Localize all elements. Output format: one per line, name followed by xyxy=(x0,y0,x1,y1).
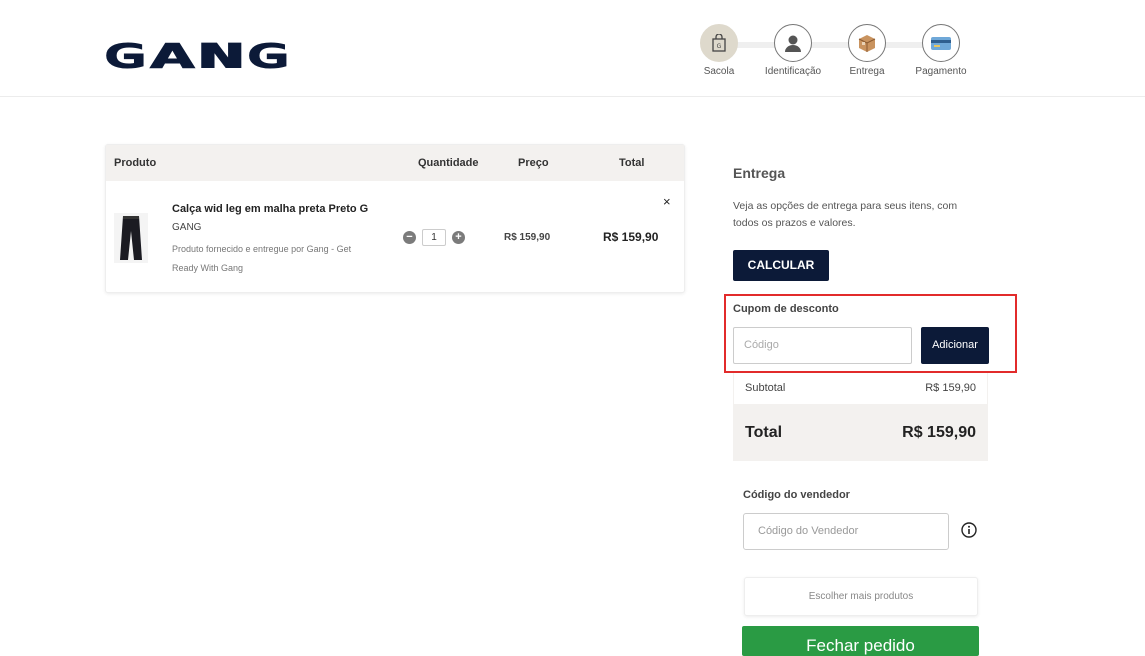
bag-icon: G xyxy=(700,24,738,62)
checkout-steps: G Sacola Identificação Entrega Pagamento xyxy=(690,24,980,84)
step-entrega[interactable]: Entrega xyxy=(832,24,902,77)
product-image[interactable] xyxy=(114,213,148,263)
seller-code-title: Código do vendedor xyxy=(743,489,850,501)
choose-more-products-button[interactable]: Escolher mais produtos xyxy=(744,577,978,616)
total-label: Total xyxy=(745,424,783,441)
step-sacola[interactable]: G Sacola xyxy=(684,24,754,77)
seller-code-input[interactable]: Código do Vendedor xyxy=(743,513,949,550)
item-price: R$ 159,90 xyxy=(504,232,551,243)
card-icon xyxy=(922,24,960,62)
cart-table-header: Produto Quantidade Preço Total xyxy=(106,145,684,181)
subtotal-label: Subtotal xyxy=(745,382,786,394)
info-icon[interactable] xyxy=(961,522,977,538)
quantity-value[interactable]: 1 xyxy=(422,229,446,246)
minus-icon[interactable]: − xyxy=(403,231,416,244)
subtotal-value: R$ 159,90 xyxy=(925,382,976,394)
step-label: Entrega xyxy=(849,66,885,77)
gang-logo[interactable]: ɢᴀɴɢ xyxy=(103,30,293,70)
quantity-stepper: − 1 + xyxy=(403,229,465,246)
step-pagamento[interactable]: Pagamento xyxy=(906,24,976,77)
header-quantity: Quantidade xyxy=(418,157,479,169)
coupon-title: Cupom de desconto xyxy=(733,303,839,315)
step-label: Identificação xyxy=(764,66,822,77)
cart-table: Produto Quantidade Preço Total Calça wid… xyxy=(105,144,685,293)
product-name[interactable]: Calça wid leg em malha preta Preto G xyxy=(172,203,368,215)
header-product: Produto xyxy=(114,157,157,169)
step-label: Sacola xyxy=(703,66,735,77)
svg-text:ɢᴀɴɢ: ɢᴀɴɢ xyxy=(103,30,291,70)
cart-item-row: Calça wid leg em malha preta Preto G GAN… xyxy=(106,181,684,294)
calculate-button[interactable]: CALCULAR xyxy=(733,250,829,281)
plus-icon[interactable]: + xyxy=(452,231,465,244)
site-header: ɢᴀɴɢ G Sacola Identificação Entrega Paga… xyxy=(0,0,1145,97)
delivery-title: Entrega xyxy=(733,165,786,181)
close-icon[interactable]: × xyxy=(663,194,671,209)
close-order-label: Fechar pedido xyxy=(806,636,915,655)
box-icon xyxy=(848,24,886,62)
step-label: Pagamento xyxy=(915,66,967,77)
product-seller-note: Produto fornecido e entregue por Gang - … xyxy=(172,244,352,273)
coupon-input[interactable]: Código xyxy=(733,327,912,364)
header-price: Preço xyxy=(518,157,549,169)
header-total: Total xyxy=(619,157,645,169)
svg-text:G: G xyxy=(717,43,722,50)
add-coupon-button[interactable]: Adicionar xyxy=(921,327,989,364)
total-value: R$ 159,90 xyxy=(902,424,976,441)
close-order-button[interactable]: Fechar pedido xyxy=(742,626,979,656)
item-total: R$ 159,90 xyxy=(603,230,659,244)
step-identificacao[interactable]: Identificação xyxy=(758,24,828,77)
order-summary: Subtotal R$ 159,90 Total R$ 159,90 xyxy=(733,373,988,461)
user-icon xyxy=(774,24,812,62)
delivery-description: Veja as opções de entrega para seus iten… xyxy=(733,200,958,229)
subtotal-row: Subtotal R$ 159,90 xyxy=(734,373,987,404)
product-brand: GANG xyxy=(172,222,202,233)
